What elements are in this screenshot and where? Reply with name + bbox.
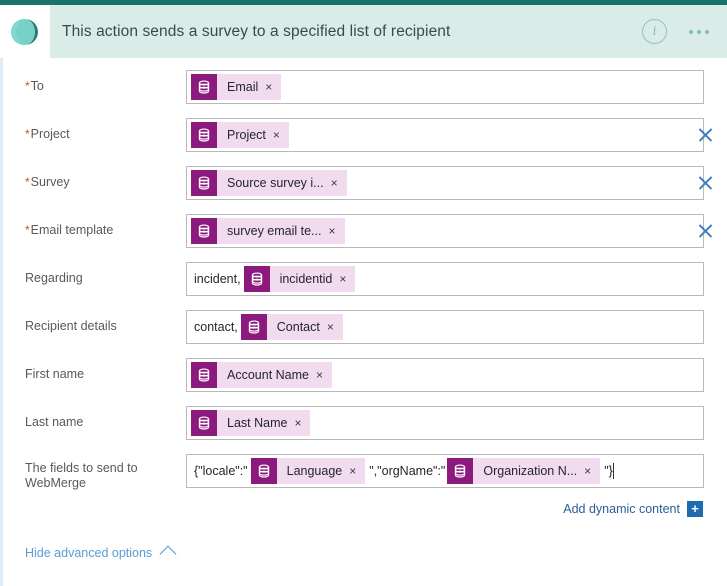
dynamic-token-chip[interactable]: Contact ×: [240, 314, 343, 340]
dynamic-token-chip[interactable]: Email ×: [191, 74, 282, 100]
token-remove-icon[interactable]: ×: [273, 129, 289, 141]
database-icon: [191, 362, 217, 388]
token-remove-icon[interactable]: ×: [316, 369, 332, 381]
clear-field-icon[interactable]: [695, 125, 715, 145]
database-icon: [191, 74, 217, 100]
field-label: The fields to send to WebMerge: [25, 461, 138, 490]
form-row: *Project Project ×: [3, 118, 727, 166]
required-asterisk: *: [25, 223, 30, 237]
token-label: incidentid: [279, 272, 333, 286]
field-input[interactable]: Source survey i... ×: [186, 166, 704, 200]
form-row: The fields to send to WebMerge {"locale":…: [3, 454, 727, 502]
text-cursor: [612, 463, 614, 479]
field-input[interactable]: Account Name ×: [186, 358, 704, 392]
dynamic-token-chip[interactable]: Source survey i... ×: [191, 170, 347, 196]
token-label: survey email te...: [227, 224, 322, 238]
dynamic-token-chip[interactable]: Account Name ×: [191, 362, 332, 388]
add-dynamic-content-plus-icon[interactable]: +: [687, 501, 703, 517]
form-row: Last name Last Name ×: [3, 406, 727, 454]
dynamic-token-chip[interactable]: Organization N... ×: [447, 458, 601, 484]
field-input[interactable]: Email ×: [186, 70, 704, 104]
token-label: Last Name: [227, 416, 288, 430]
token-remove-icon[interactable]: ×: [265, 81, 281, 93]
action-body-panel: *To Email × *Project Project × *Survey Source s…: [0, 58, 727, 586]
token-remove-icon[interactable]: ×: [328, 225, 344, 237]
database-icon: [243, 266, 270, 292]
required-asterisk: *: [25, 79, 30, 93]
action-header: This action sends a survey to a specifie…: [0, 5, 727, 58]
hide-advanced-options-button[interactable]: Hide advanced options: [25, 545, 177, 563]
token-label: Language: [286, 464, 343, 478]
database-icon: [447, 458, 474, 484]
header-actions: i: [642, 5, 717, 58]
field-label: Recipient details: [25, 319, 117, 333]
dynamics-365-logo: [9, 16, 41, 48]
clear-field-icon[interactable]: [695, 173, 715, 193]
token-label: Email: [227, 80, 259, 94]
token-remove-icon[interactable]: ×: [584, 465, 600, 477]
field-label: *To: [25, 79, 44, 93]
database-icon: [240, 314, 267, 340]
field-label: Last name: [25, 415, 84, 429]
more-options-icon[interactable]: [681, 24, 717, 40]
field-input[interactable]: Project ×: [186, 118, 704, 152]
field-label: *Project: [25, 127, 70, 141]
field-input[interactable]: {"locale":" Language × ","orgName":" Organiz…: [186, 454, 704, 488]
form-row: *To Email ×: [3, 70, 727, 118]
token-label: Source survey i...: [227, 176, 324, 190]
field-literal-text: "}: [604, 464, 613, 478]
token-label: Account Name: [227, 368, 309, 382]
field-input[interactable]: incident, incidentid ×: [186, 262, 704, 296]
dynamic-token-chip[interactable]: Last Name ×: [191, 410, 311, 436]
token-label: Organization N...: [483, 464, 578, 478]
required-asterisk: *: [25, 175, 30, 189]
database-icon: [191, 170, 217, 196]
info-icon[interactable]: i: [642, 19, 667, 44]
dynamic-token-chip[interactable]: Language ×: [250, 458, 366, 484]
dynamic-token-chip[interactable]: incidentid ×: [243, 266, 356, 292]
database-icon: [191, 410, 217, 436]
token-label: Project: [227, 128, 266, 142]
database-icon: [191, 122, 217, 148]
dynamic-token-chip[interactable]: survey email te... ×: [191, 218, 345, 244]
form-row: First name Account Name ×: [3, 358, 727, 406]
dynamic-token-chip[interactable]: Project ×: [191, 122, 289, 148]
database-icon: [250, 458, 277, 484]
field-label: Regarding: [25, 271, 83, 285]
flow-action-card: This action sends a survey to a specifie…: [0, 0, 727, 586]
field-label: *Survey: [25, 175, 70, 189]
clear-field-icon[interactable]: [695, 221, 715, 241]
field-input[interactable]: contact, Contact ×: [186, 310, 704, 344]
token-remove-icon[interactable]: ×: [349, 465, 365, 477]
add-dynamic-content-label: Add dynamic content: [563, 502, 680, 516]
field-input[interactable]: survey email te... ×: [186, 214, 704, 248]
add-dynamic-content-button[interactable]: Add dynamic content +: [563, 501, 703, 517]
field-literal-text: {"locale":": [194, 464, 248, 478]
form-row: *Survey Source survey i... ×: [3, 166, 727, 214]
form-row: Regarding incident, incidentid ×: [3, 262, 727, 310]
field-label: First name: [25, 367, 85, 381]
hide-advanced-options-label: Hide advanced options: [25, 545, 153, 560]
token-remove-icon[interactable]: ×: [294, 417, 310, 429]
form-row: Recipient details contact, Contact ×: [3, 310, 727, 358]
field-literal-text: contact,: [194, 320, 238, 334]
form-row: *Email template survey email te... ×: [3, 214, 727, 262]
token-remove-icon[interactable]: ×: [327, 321, 343, 333]
connector-logo-container: [0, 5, 50, 58]
field-label: *Email template: [25, 223, 114, 237]
field-literal-text: incident,: [194, 272, 241, 286]
token-remove-icon[interactable]: ×: [339, 273, 355, 285]
chevron-up-icon: [159, 545, 177, 563]
field-literal-text: ","orgName":": [369, 464, 446, 478]
required-asterisk: *: [25, 127, 30, 141]
field-input[interactable]: Last Name ×: [186, 406, 704, 440]
database-icon: [191, 218, 217, 244]
action-title: This action sends a survey to a specifie…: [62, 23, 451, 40]
token-remove-icon[interactable]: ×: [331, 177, 347, 189]
token-label: Contact: [276, 320, 320, 334]
